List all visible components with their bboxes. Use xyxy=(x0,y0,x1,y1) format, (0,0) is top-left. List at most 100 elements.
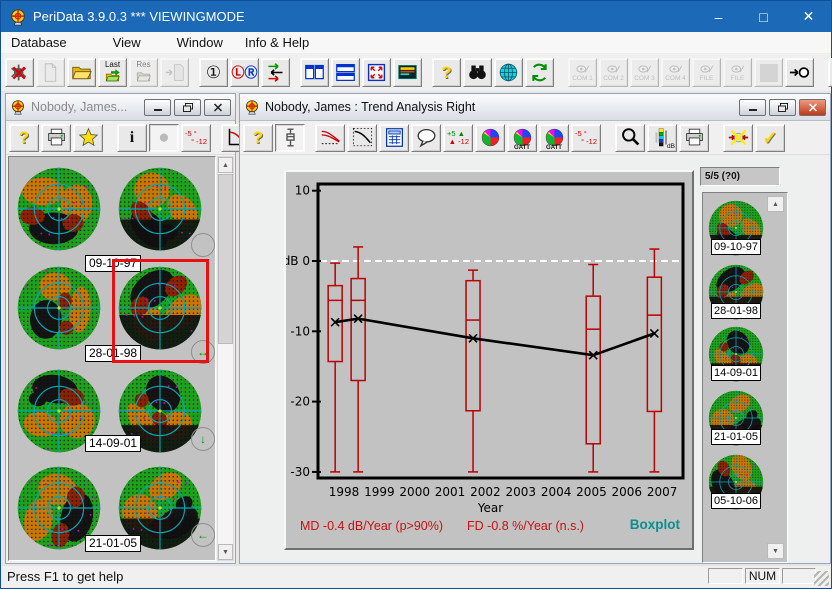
windows-overlap-button[interactable] xyxy=(362,58,391,87)
gatt-map-button-1[interactable]: GATT xyxy=(507,124,537,152)
refresh-button[interactable] xyxy=(525,58,554,87)
overview-title-bar[interactable]: Nobody, James... xyxy=(6,94,235,121)
info-button[interactable]: i xyxy=(117,124,147,152)
com4-button[interactable]: COM 4 xyxy=(661,58,690,87)
file-import-button[interactable]: FILE xyxy=(692,58,721,87)
strip-scroll-up-button[interactable]: ▲ xyxy=(767,196,784,212)
display-settings-button[interactable] xyxy=(393,58,422,87)
vertical-split-icon xyxy=(304,62,325,83)
resize-grip[interactable] xyxy=(814,571,829,586)
close-button[interactable]: ✕ xyxy=(786,1,831,32)
globe-icon xyxy=(498,62,519,83)
patient-eye-icon xyxy=(10,99,26,115)
trend-curves-button[interactable] xyxy=(315,124,345,152)
child-minimize-button[interactable] xyxy=(739,99,766,116)
color-map-button[interactable] xyxy=(475,124,505,152)
menu-view[interactable]: View xyxy=(103,32,151,53)
minimize-button[interactable]: – xyxy=(696,1,741,32)
check-icon: ✓ xyxy=(762,129,777,147)
close-all-button[interactable] xyxy=(828,58,832,87)
trend-window-title: Nobody, James : Trend Analysis Right xyxy=(265,100,736,114)
help-button[interactable]: ? xyxy=(243,124,273,152)
exit-database-button[interactable] xyxy=(5,58,34,87)
import-record-button[interactable] xyxy=(160,58,189,87)
print-button[interactable] xyxy=(41,124,71,152)
help-button[interactable]: ? xyxy=(9,124,39,152)
plus-levels-button[interactable]: +5 ▲▲ -12 xyxy=(443,124,473,152)
com-eye-icon xyxy=(668,63,683,75)
open-examination-button[interactable] xyxy=(67,58,96,87)
menu-database[interactable]: Database xyxy=(1,32,77,53)
favorites-button[interactable] xyxy=(73,124,103,152)
regression-curve-button[interactable] xyxy=(347,124,377,152)
windows-horizontal-button[interactable] xyxy=(331,58,360,87)
one-circle-icon: ① xyxy=(206,64,221,82)
minus-levels-button[interactable]: -5 °° -12 xyxy=(571,124,601,152)
svg-text:dB 0: dB 0 xyxy=(286,254,310,268)
minimize-icon: – xyxy=(715,9,723,25)
cancel-analysis-button[interactable] xyxy=(723,124,753,152)
status-panel-1 xyxy=(708,568,743,584)
scrollbar-thumb[interactable] xyxy=(218,174,233,344)
file-export-button[interactable]: FILE xyxy=(723,58,752,87)
boxplot-box xyxy=(647,249,661,472)
zoom-button[interactable] xyxy=(615,124,645,152)
visual-field-map xyxy=(15,165,103,253)
left-right-view-button[interactable]: ⓁⓇ xyxy=(230,58,259,87)
child-restore-button[interactable] xyxy=(769,99,796,116)
vertical-scrollbar[interactable]: ▲ ▼ xyxy=(217,156,234,561)
menu-window[interactable]: Window xyxy=(167,32,233,53)
trend-title-bar[interactable]: Nobody, James : Trend Analysis Right xyxy=(240,94,830,121)
swap-arrows-icon xyxy=(265,62,286,83)
comment-button[interactable] xyxy=(411,124,441,152)
web-button[interactable] xyxy=(494,58,523,87)
windows-vertical-button[interactable] xyxy=(300,58,329,87)
com3-button[interactable]: COM 3 xyxy=(630,58,659,87)
print-button[interactable] xyxy=(679,124,709,152)
status-bar: Press F1 to get help NUM xyxy=(2,565,830,587)
close-icon xyxy=(213,103,223,112)
overview-window: Nobody, James... ? i ● -5 °° -12 09-10-9… xyxy=(5,93,236,564)
child-minimize-button[interactable] xyxy=(144,99,171,116)
com-eye-icon xyxy=(575,63,590,75)
logoff-button[interactable] xyxy=(785,58,814,87)
com2-button[interactable]: COM 2 xyxy=(599,58,628,87)
scroll-down-button[interactable]: ▼ xyxy=(218,544,233,560)
scroll-up-button[interactable]: ▲ xyxy=(218,157,233,173)
speech-bubble-icon xyxy=(416,127,437,148)
single-view-button[interactable]: ① xyxy=(199,58,228,87)
exam-thumbnail-left-eye[interactable] xyxy=(15,264,103,352)
maximize-button[interactable]: □ xyxy=(741,1,786,32)
restore-icon xyxy=(778,103,788,112)
menu-info-help[interactable]: Info & Help xyxy=(235,32,319,53)
child-restore-button[interactable] xyxy=(174,99,201,116)
apply-button[interactable]: ✓ xyxy=(755,124,785,152)
import-icon xyxy=(164,62,185,83)
help-button[interactable]: ? xyxy=(432,58,461,87)
exam-thumbnail-left-eye[interactable] xyxy=(15,165,103,253)
levels-icon: -5 °° -12 xyxy=(185,130,207,146)
grayscale-view-button[interactable]: ● xyxy=(149,124,179,152)
application-window: PeriData 3.9.0.3 *** VIEWINGMODE – □ ✕ D… xyxy=(0,0,832,589)
open-last-button[interactable]: Last xyxy=(98,58,127,87)
swap-compare-button[interactable] xyxy=(261,58,290,87)
svg-text:-20: -20 xyxy=(290,395,310,409)
scale-button[interactable]: dB xyxy=(647,124,677,152)
boxplot-view-button[interactable] xyxy=(275,124,305,152)
child-close-button[interactable] xyxy=(204,99,231,116)
search-button[interactable] xyxy=(463,58,492,87)
exam-strip: ▲ ▼ 09-10-9728-01-9814-09-0121-01-0505-1… xyxy=(702,192,788,563)
fd-stat: FD -0.8 %/Year (n.s.) xyxy=(467,519,584,533)
gatt-map-button-2[interactable]: GATT xyxy=(539,124,569,152)
open-result-button[interactable]: Res xyxy=(129,58,158,87)
boxplot-box xyxy=(328,263,342,472)
binoculars-icon xyxy=(467,62,488,83)
levels-button[interactable]: -5 °° -12 xyxy=(181,124,211,152)
com1-button[interactable]: COM 1 xyxy=(568,58,597,87)
svg-text:2004: 2004 xyxy=(541,485,572,499)
mdi-client-area: Nobody, James... ? i ● -5 °° -12 09-10-9… xyxy=(2,91,830,566)
new-record-button[interactable] xyxy=(36,58,65,87)
child-close-button[interactable] xyxy=(799,99,826,116)
strip-scroll-down-button[interactable]: ▼ xyxy=(767,543,784,559)
value-table-button[interactable] xyxy=(379,124,409,152)
